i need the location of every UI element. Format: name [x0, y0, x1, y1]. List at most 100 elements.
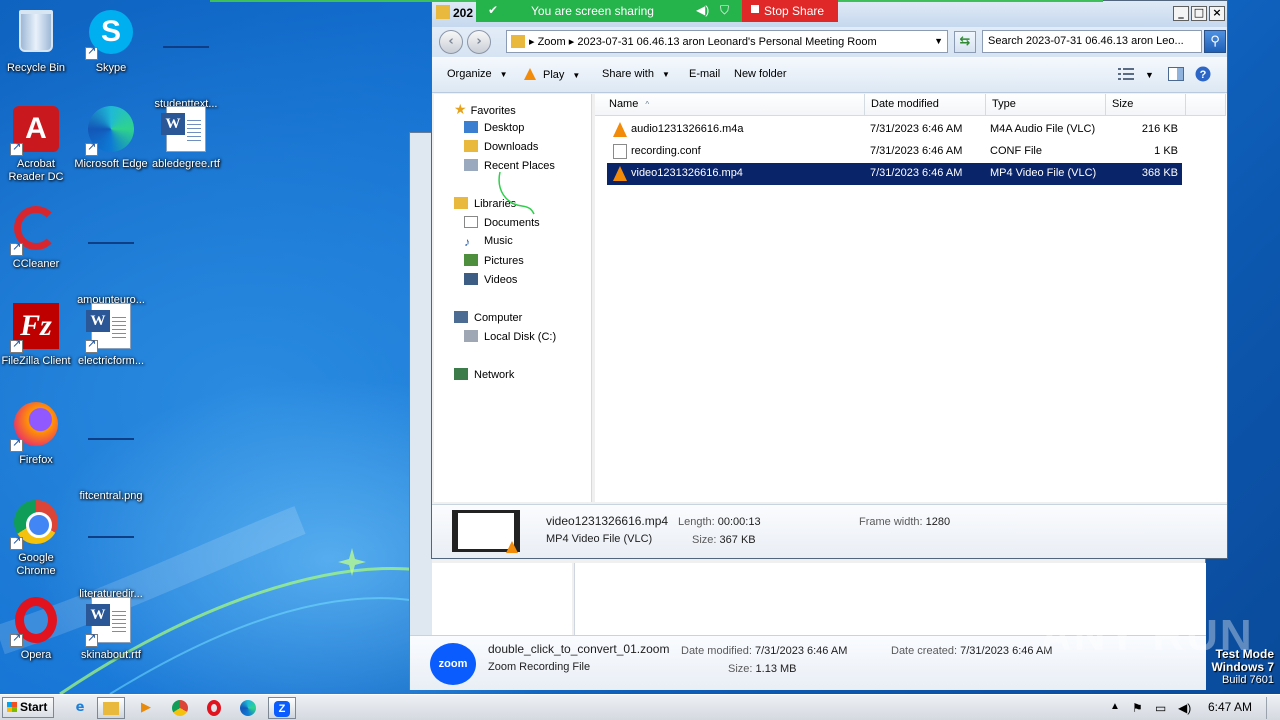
- date-created-label: Date created:: [891, 645, 958, 657]
- videos-icon: [464, 273, 478, 285]
- nav-music[interactable]: ♪ Music: [464, 235, 513, 249]
- action-center-icon[interactable]: ⚑: [1132, 701, 1143, 715]
- breadcrumb-separator-icon: ▸: [529, 36, 538, 48]
- show-hidden-icons-icon[interactable]: ▲: [1110, 701, 1120, 712]
- nav-network[interactable]: Network: [454, 368, 514, 381]
- nav-desktop-label: Desktop: [484, 122, 525, 134]
- nav-videos[interactable]: Videos: [464, 273, 517, 286]
- play-button[interactable]: Play ▼: [524, 68, 580, 81]
- address-dropdown-icon[interactable]: ▼: [934, 36, 943, 46]
- opera-taskbar-icon[interactable]: [200, 697, 228, 719]
- nav-downloads[interactable]: Downloads: [464, 140, 538, 153]
- desktop-icon-firefox[interactable]: Firefox: [0, 400, 74, 467]
- chevron-down-icon: ▼: [661, 70, 670, 79]
- forward-button[interactable]: ›: [467, 30, 491, 54]
- start-button[interactable]: Start: [2, 697, 54, 718]
- nav-computer[interactable]: Computer: [454, 311, 522, 324]
- desktop-icon-skinabout[interactable]: skinabout.rtf: [73, 596, 149, 662]
- search-icon[interactable]: ⚲: [1204, 30, 1226, 53]
- breadcrumb-folder[interactable]: 2023-07-31 06.46.13 aron Leonard's Perso…: [577, 36, 876, 48]
- view-dropdown-icon[interactable]: ▼: [1145, 70, 1154, 80]
- refresh-button[interactable]: ⇆: [954, 31, 976, 53]
- column-header-date[interactable]: Date modified: [865, 94, 986, 116]
- address-bar[interactable]: ▸ Zoom ▸ 2023-07-31 06.46.13 aron Leonar…: [506, 30, 948, 53]
- desktop-icon-electricform[interactable]: electricform...: [73, 302, 149, 368]
- internet-explorer-icon[interactable]: e: [66, 697, 94, 719]
- view-options-icon[interactable]: [1118, 67, 1134, 81]
- desktop-icon-skype[interactable]: S Skype: [73, 8, 149, 75]
- file-list[interactable]: Name ^ Date modified Type Size audio1231…: [595, 94, 1227, 502]
- desktop-icon-opera[interactable]: Opera: [0, 596, 74, 662]
- desktop-icon-abledegree[interactable]: abledegree.rtf: [148, 105, 224, 171]
- desktop-icon-literaturedir[interactable]: literaturedir...: [73, 498, 149, 601]
- column-header-size[interactable]: Size: [1106, 94, 1186, 116]
- desktop-icon-edge[interactable]: Microsoft Edge: [73, 105, 149, 171]
- breadcrumb[interactable]: ▸ Zoom ▸ 2023-07-31 06.46.13 aron Leonar…: [529, 35, 877, 48]
- file-row[interactable]: recording.conf 7/31/2023 6:46 AM CONF Fi…: [607, 141, 1182, 163]
- os-notice: Test Mode Windows 7 Build 7601: [1211, 648, 1274, 687]
- desktop-icon-fitcentral[interactable]: fitcentral.png: [73, 400, 149, 503]
- edge-taskbar-icon[interactable]: [234, 697, 262, 719]
- nav-desktop[interactable]: Desktop: [464, 121, 524, 134]
- nav-videos-label: Videos: [484, 274, 518, 286]
- network-tray-icon[interactable]: ▭: [1155, 701, 1166, 715]
- audio-icon[interactable]: ◀): [696, 3, 709, 17]
- maximize-button[interactable]: □: [1191, 6, 1207, 21]
- blank-file-icon: [88, 536, 134, 538]
- chrome-taskbar-icon[interactable]: [166, 697, 194, 719]
- volume-icon[interactable]: ◀): [1178, 701, 1191, 715]
- breadcrumb-root[interactable]: Zoom: [538, 36, 566, 48]
- sharing-status[interactable]: ✔ You are screen sharing ◀) ⛉: [476, 0, 742, 22]
- share-with-button[interactable]: Share with ▼: [602, 68, 670, 80]
- file-type: MP4 Video File (VLC): [990, 167, 1097, 179]
- folder-icon: [103, 702, 119, 715]
- nav-local-disk[interactable]: Local Disk (C:): [464, 330, 556, 343]
- media-player-icon[interactable]: ▶: [132, 697, 160, 719]
- organize-button[interactable]: Organize ▼: [447, 68, 508, 80]
- nav-favorites[interactable]: ★ Favorites: [454, 101, 516, 118]
- clock[interactable]: 6:47 AM: [1208, 700, 1252, 714]
- close-button[interactable]: ×: [1209, 6, 1225, 21]
- preview-pane-icon[interactable]: [1168, 67, 1184, 81]
- nav-local-disk-label: Local Disk (C:): [484, 331, 557, 343]
- nav-pictures[interactable]: Pictures: [464, 254, 524, 267]
- desktop-icon-amounteuro[interactable]: amounteuro...: [73, 204, 149, 307]
- stop-share-button[interactable]: Stop Share: [742, 0, 838, 22]
- nav-music-label: Music: [484, 235, 513, 247]
- new-folder-button[interactable]: New folder: [734, 68, 787, 80]
- explorer-taskbar-button[interactable]: [97, 697, 125, 719]
- column-header-type[interactable]: Type: [986, 94, 1106, 116]
- zoom-icon: Z: [274, 701, 290, 717]
- shortcut-arrow-icon: [85, 632, 98, 647]
- search-input[interactable]: Search 2023-07-31 06.46.13 aron Leo...: [982, 30, 1202, 53]
- shortcut-arrow-icon: [10, 141, 23, 156]
- explorer-window[interactable]: 202 _ □ × ‹ › ▸ Zoom ▸ 2023-07-31 06.46.…: [431, 0, 1228, 559]
- file-row-selected[interactable]: video1231326616.mp4 7/31/2023 6:46 AM MP…: [607, 163, 1182, 185]
- desktop-icon-ccleaner[interactable]: CCleaner: [0, 204, 74, 271]
- shortcut-arrow-icon: [10, 632, 23, 647]
- file-name: video1231326616.mp4: [631, 167, 743, 179]
- nav-computer-label: Computer: [474, 312, 523, 324]
- security-shield-icon[interactable]: ⛉: [720, 3, 729, 18]
- desktop-icon-recycle-bin[interactable]: Recycle Bin: [0, 8, 74, 75]
- minimize-button[interactable]: _: [1173, 6, 1189, 21]
- pin-icon[interactable]: ✔: [488, 3, 498, 17]
- show-desktop-button[interactable]: [1266, 697, 1278, 719]
- desktop-icon-acrobat[interactable]: A Acrobat Reader DC: [0, 105, 74, 184]
- desktop-icon-chrome[interactable]: Google Chrome: [0, 498, 74, 578]
- desktop-icon-studenttext[interactable]: studenttext...: [148, 8, 224, 111]
- desktop-icon-label: Microsoft Edge: [74, 158, 148, 170]
- size-label: Size:: [692, 534, 717, 546]
- computer-icon: [454, 311, 468, 323]
- column-header-name[interactable]: Name ^: [595, 94, 865, 116]
- file-row[interactable]: audio1231326616.m4a 7/31/2023 6:46 AM M4…: [607, 119, 1182, 141]
- zoom-taskbar-button[interactable]: Z: [268, 697, 296, 719]
- back-button[interactable]: ‹: [439, 30, 463, 54]
- chevron-down-icon: ▼: [572, 71, 581, 80]
- word-document-icon: [161, 106, 206, 152]
- help-icon[interactable]: ?: [1195, 66, 1211, 82]
- email-button[interactable]: E-mail: [689, 68, 720, 80]
- hard-disk-icon: [464, 330, 478, 342]
- blank-file-icon: [88, 242, 134, 244]
- desktop-icon-filezilla[interactable]: Fz FileZilla Client: [0, 302, 74, 368]
